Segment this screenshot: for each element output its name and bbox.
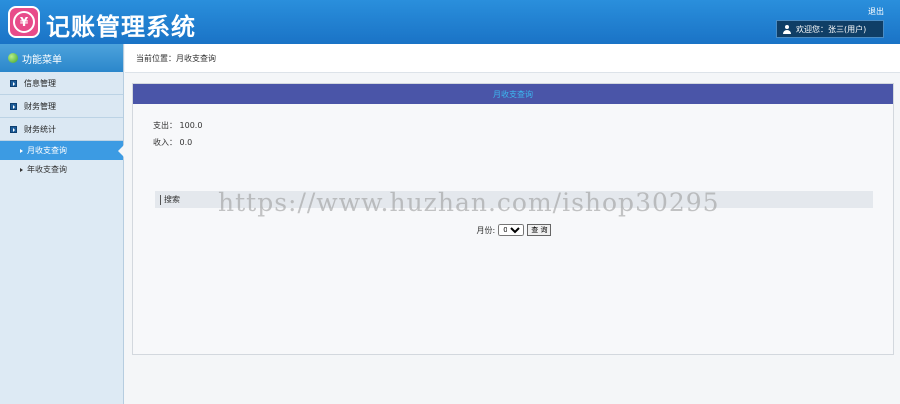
logo-icon: ¥ — [8, 6, 40, 38]
search-bar: 搜索 — [155, 191, 873, 208]
month-select[interactable]: 01 — [498, 224, 525, 236]
income-value: 收入： 0.0 — [153, 138, 193, 147]
sidebar: 功能菜单 信息管理 财务管理 财务统计 月收支查询 年收支查询 — [0, 44, 124, 404]
sidebar-item-label: 财务统计 — [24, 124, 56, 134]
sidebar-item-info-management[interactable]: 信息管理 — [0, 72, 123, 95]
sidebar-item-label: 信息管理 — [24, 78, 56, 88]
query-button[interactable]: 查 询 — [527, 224, 552, 236]
sidebar-subitem-yearly-query[interactable]: 年收支查询 — [0, 160, 123, 179]
square-arrow-icon — [10, 79, 17, 87]
yen-coin-icon: ¥ — [13, 11, 35, 33]
sidebar-item-finance-management[interactable]: 财务管理 — [0, 95, 123, 118]
search-label: 搜索 — [164, 195, 180, 204]
square-arrow-icon — [10, 102, 17, 110]
breadcrumb: 当前位置：月收支查询 — [125, 44, 900, 73]
sidebar-subitem-label: 月收支查询 — [27, 146, 67, 155]
month-label: 月份: — [476, 225, 496, 235]
menu-title: 功能菜单 — [22, 54, 62, 66]
gem-icon — [8, 53, 18, 63]
user-info: 欢迎您：张三(用户) — [776, 20, 884, 38]
user-label: 欢迎您：张三(用户) — [796, 24, 867, 34]
query-form: 月份: 01 查 询 — [133, 224, 895, 236]
panel-title: 月收支查询 — [133, 84, 893, 104]
sidebar-item-finance-statistics[interactable]: 财务统计 — [0, 118, 123, 141]
sidebar-subitem-label: 年收支查询 — [27, 165, 67, 174]
triangle-right-icon — [20, 167, 23, 172]
menu-header: 功能菜单 — [0, 44, 123, 72]
divider — [160, 194, 161, 205]
header: ¥ 记账管理系统 退出 欢迎您：张三(用户) — [0, 0, 900, 44]
sidebar-item-label: 财务管理 — [24, 101, 56, 111]
triangle-right-icon — [20, 148, 23, 153]
square-arrow-icon — [10, 125, 17, 133]
main-panel: 月收支查询 支出： 100.0 收入： 0.0 搜索 月份: 01 查 询 — [132, 83, 894, 355]
sidebar-subitem-monthly-query[interactable]: 月收支查询 — [0, 141, 124, 160]
logout-link[interactable]: 退出 — [868, 6, 884, 17]
expense-value: 支出： 100.0 — [153, 121, 203, 130]
app-title: 记账管理系统 — [46, 13, 196, 41]
user-icon — [783, 24, 791, 34]
